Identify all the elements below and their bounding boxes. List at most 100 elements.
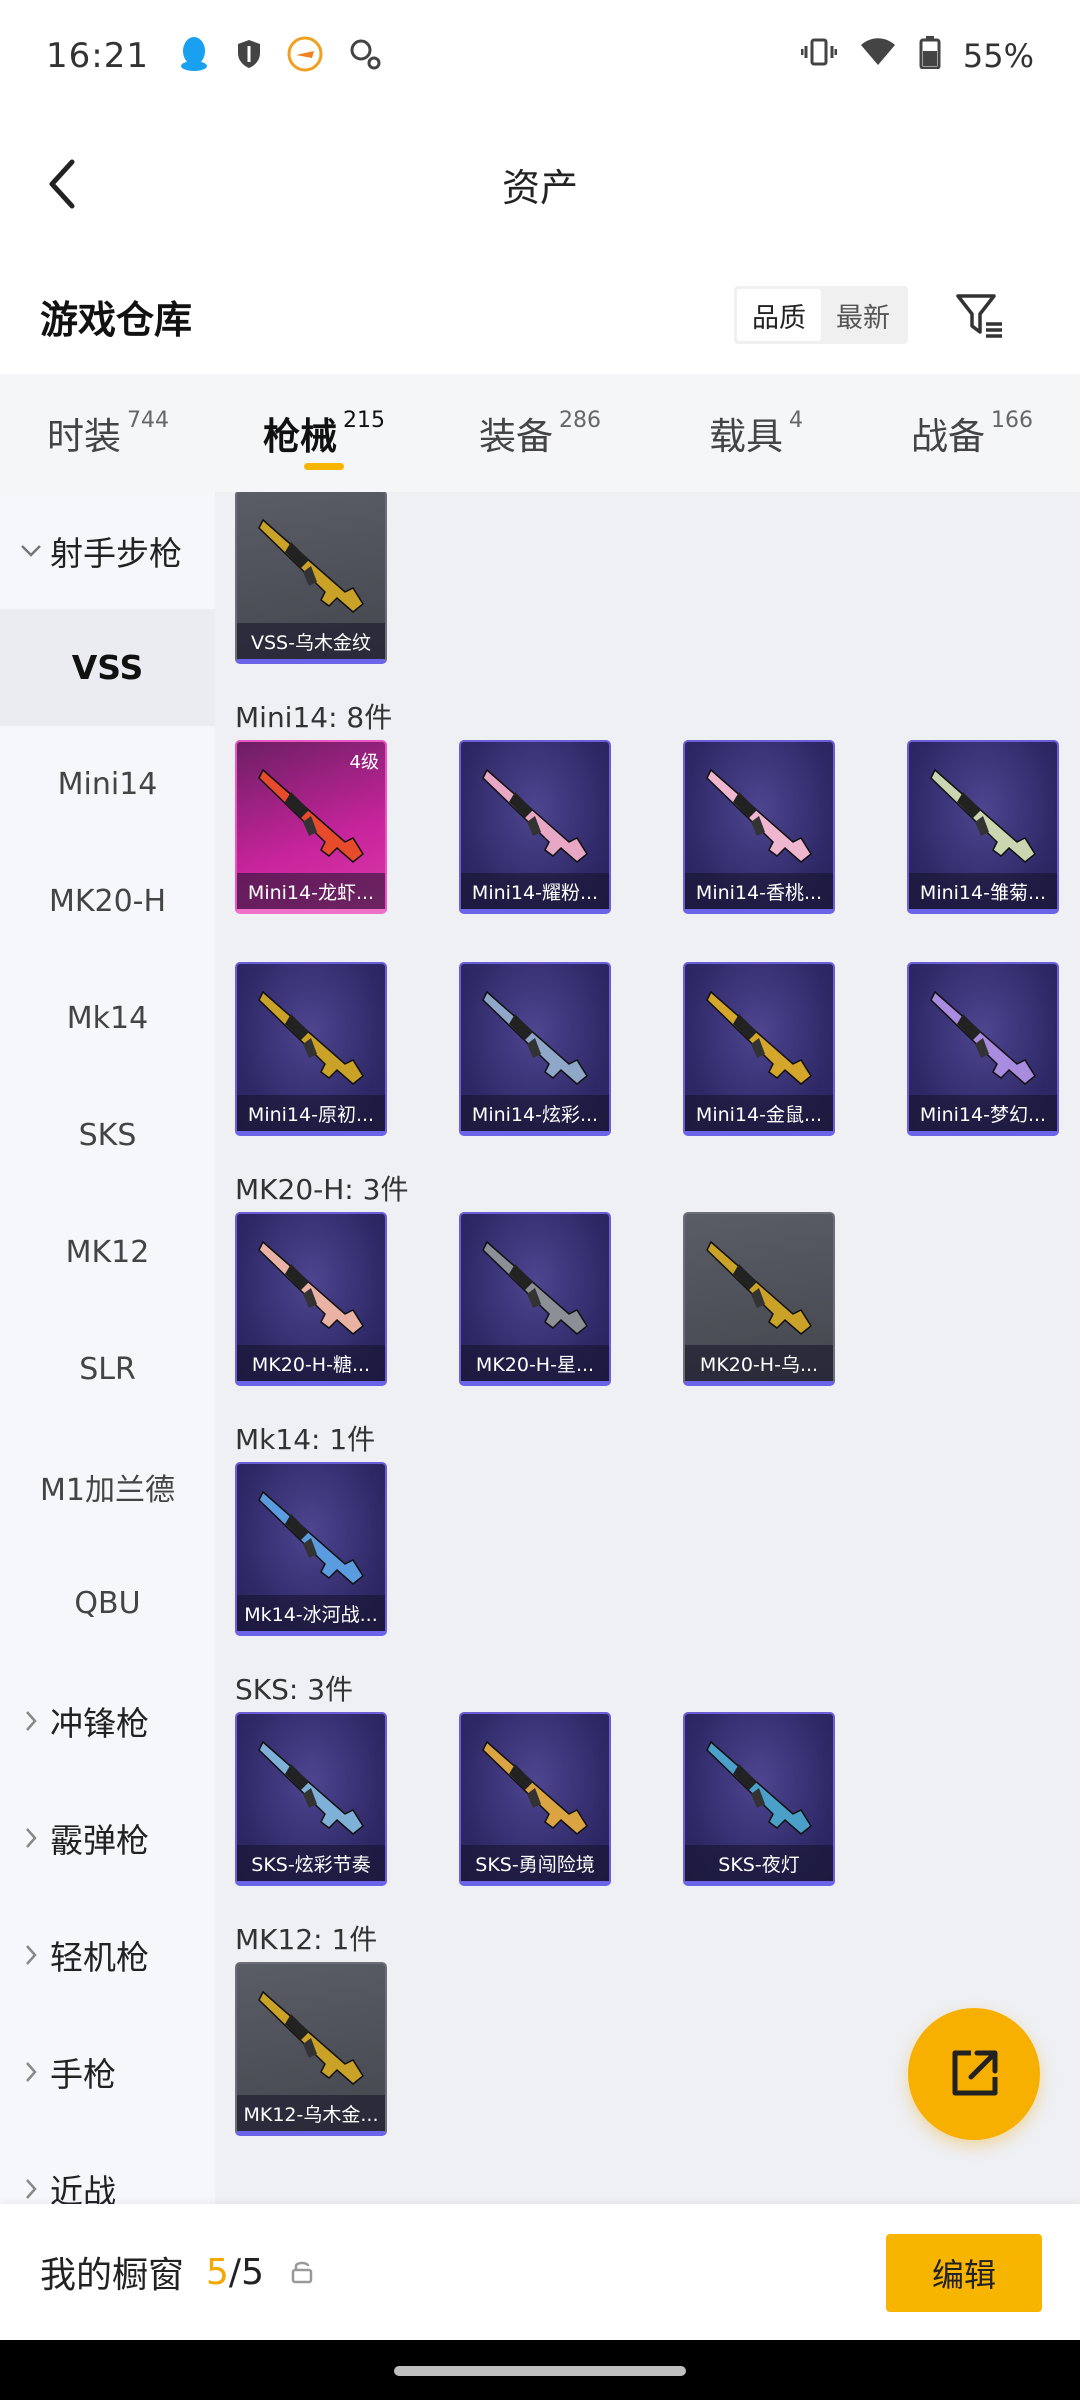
rifle-icon: [706, 990, 812, 1085]
weapon-card-label: SKS-夜灯: [685, 1845, 833, 1881]
group-title: Mini14: 8件: [235, 701, 393, 734]
rifle-icon: [482, 1240, 588, 1335]
sort-option-quality[interactable]: 品质: [737, 289, 821, 341]
weapon-card[interactable]: Mini14-梦幻...: [907, 962, 1059, 1136]
tab-label: 枪械: [263, 415, 337, 458]
rifle-icon: [258, 1240, 364, 1335]
status-right: 55%: [800, 35, 1034, 77]
chevron-down-icon: [16, 544, 46, 558]
weapon-card[interactable]: SKS-夜灯: [683, 1712, 835, 1886]
category-lmg[interactable]: 轻机枪: [0, 1896, 215, 2013]
rifle-icon: [258, 518, 364, 613]
search-key-icon: [347, 36, 383, 76]
weapon-category-sidebar: 射手步枪 VSS Mini14 MK20-H Mk14 SKS MK12 SLR…: [0, 492, 215, 2204]
system-nav-bar: [0, 2340, 1080, 2400]
weapon-card-label: SKS-炫彩节奏: [237, 1845, 385, 1881]
weapon-card-label: Mini14-金鼠...: [685, 1095, 833, 1131]
sidebar-item-mini14[interactable]: Mini14: [0, 726, 215, 843]
rifle-icon: [258, 990, 364, 1085]
chevron-right-icon: [16, 1944, 46, 1966]
chevron-right-icon: [16, 1710, 46, 1732]
weapon-card[interactable]: SKS-炫彩节奏: [235, 1712, 387, 1886]
category-pistols[interactable]: 手枪: [0, 2013, 215, 2130]
weapon-card[interactable]: Mini14-香桃...: [683, 740, 835, 914]
weapon-card[interactable]: Mini14-原初...: [235, 962, 387, 1136]
shield-icon: [235, 38, 263, 74]
weapon-card[interactable]: MK20-H-星...: [459, 1212, 611, 1386]
sidebar-item-mk12[interactable]: MK12: [0, 1194, 215, 1311]
category-marksman-rifles[interactable]: 射手步枪: [0, 492, 215, 609]
weapon-card-label: MK20-H-乌...: [685, 1345, 833, 1381]
section-row: 游戏仓库 品质 最新: [0, 256, 1080, 376]
rifle-icon: [930, 768, 1036, 863]
showcase-total: 5: [241, 2251, 264, 2293]
showcase-current: 5: [206, 2251, 229, 2293]
sidebar-item-mk14[interactable]: Mk14: [0, 960, 215, 1077]
weapon-card[interactable]: SKS-勇闯险境: [459, 1712, 611, 1886]
chevron-right-icon: [16, 2178, 46, 2200]
category-shotguns[interactable]: 霰弹枪: [0, 1779, 215, 1896]
category-smg[interactable]: 冲锋枪: [0, 1662, 215, 1779]
level-badge: 4级: [349, 752, 379, 773]
weapon-card-label: MK12-乌木金...: [237, 2095, 385, 2131]
sidebar-item-mk20h[interactable]: MK20-H: [0, 843, 215, 960]
chevron-left-icon: [49, 159, 75, 209]
tab-count: 744: [127, 408, 169, 433]
header: 资产: [0, 112, 1080, 256]
weapon-card-label: Mini14-梦幻...: [909, 1095, 1057, 1131]
sidebar-item-m1-garand[interactable]: M1加兰德: [0, 1428, 215, 1545]
weapon-card[interactable]: VSS-乌木金纹: [235, 492, 387, 664]
sidebar-item-qbu[interactable]: QBU: [0, 1545, 215, 1662]
category-melee[interactable]: 近战: [0, 2130, 215, 2204]
tab-count: 286: [559, 408, 601, 433]
tab-label: 战备: [911, 415, 985, 458]
section-title: 游戏仓库: [40, 297, 193, 342]
tab-equipment[interactable]: 装备 286: [432, 374, 648, 492]
tab-fashion[interactable]: 时装 744: [0, 374, 216, 492]
rifle-icon: [482, 990, 588, 1085]
weapon-card[interactable]: 4级 Mini14-龙虾...: [235, 740, 387, 914]
vibrate-icon: [800, 37, 838, 75]
chevron-right-icon: [16, 1827, 46, 1849]
category-label: 手枪: [50, 2054, 116, 2094]
sidebar-item-sks[interactable]: SKS: [0, 1077, 215, 1194]
weapon-card-label: Mini14-原初...: [237, 1095, 385, 1131]
status-bar: 16:21 55%: [0, 0, 1080, 112]
tab-count: 166: [991, 408, 1033, 433]
weapon-card[interactable]: MK12-乌木金...: [235, 1962, 387, 2136]
chevron-right-icon: [16, 2061, 46, 2083]
sort-option-latest[interactable]: 最新: [821, 289, 905, 341]
weapon-card[interactable]: Mk14-冰河战...: [235, 1462, 387, 1636]
weapon-card[interactable]: Mini14-耀粉...: [459, 740, 611, 914]
category-label: 射手步枪: [50, 533, 182, 573]
share-fab[interactable]: [908, 2008, 1040, 2140]
weapon-card-label: Mini14-耀粉...: [461, 873, 609, 909]
page-title: 资产: [501, 165, 578, 210]
tab-battle-gear[interactable]: 战备 166: [864, 374, 1080, 492]
weapon-card[interactable]: MK20-H-糖...: [235, 1212, 387, 1386]
back-button[interactable]: [30, 152, 94, 216]
sidebar-item-vss[interactable]: VSS: [0, 609, 215, 726]
rifle-icon: [482, 1740, 588, 1835]
tab-vehicles[interactable]: 载具 4: [648, 374, 864, 492]
edit-button[interactable]: 编辑: [886, 2234, 1042, 2312]
weapon-card-label: Mini14-香桃...: [685, 873, 833, 909]
filter-button[interactable]: [950, 286, 1010, 346]
group-title: Mk14: 1件: [235, 1423, 376, 1456]
status-left-icons: [177, 35, 383, 77]
rifle-icon: [258, 1990, 364, 2085]
weapon-card[interactable]: Mini14-雏菊...: [907, 740, 1059, 914]
group-title: SKS: 3件: [235, 1673, 354, 1706]
home-gesture-handle[interactable]: [394, 2366, 686, 2376]
weapon-card-label: SKS-勇闯险境: [461, 1845, 609, 1881]
showcase-separator: /: [228, 2251, 242, 2293]
category-label: 冲锋枪: [50, 1703, 149, 1743]
weapon-card-label: MK20-H-星...: [461, 1345, 609, 1381]
showcase-bar: 我的橱窗 5/5 编辑: [0, 2204, 1080, 2340]
sidebar-item-slr[interactable]: SLR: [0, 1311, 215, 1428]
weapon-card[interactable]: MK20-H-乌...: [683, 1212, 835, 1386]
weapon-card[interactable]: Mini14-炫彩...: [459, 962, 611, 1136]
tab-weapons[interactable]: 枪械 215: [216, 374, 432, 492]
showcase-count: 5/5: [206, 2252, 264, 2293]
weapon-card[interactable]: Mini14-金鼠...: [683, 962, 835, 1136]
